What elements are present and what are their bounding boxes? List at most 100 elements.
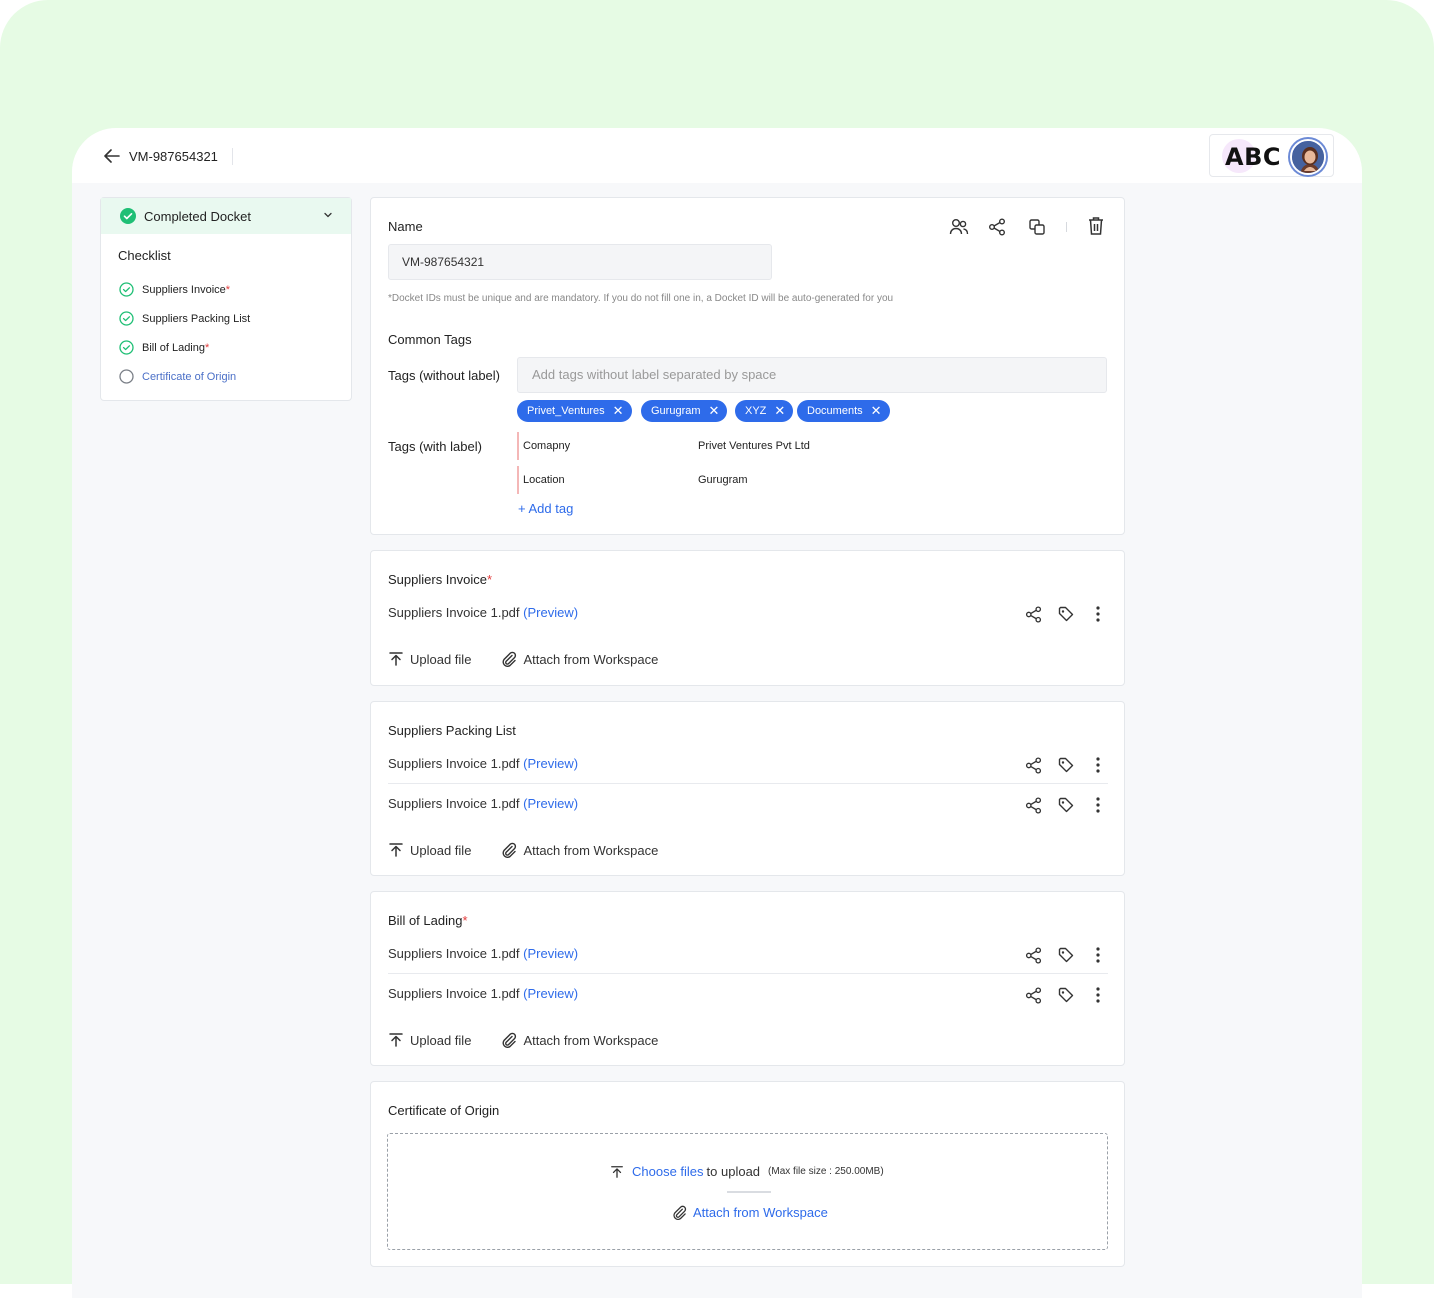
brand-account-box[interactable]: ABC xyxy=(1209,134,1334,177)
check-circle-icon xyxy=(119,311,134,326)
top-bar: VM-987654321 ABC xyxy=(72,128,1362,183)
section-title: Certificate of Origin xyxy=(388,1103,500,1118)
required-marker: * xyxy=(205,341,210,354)
label-tag-key[interactable]: Comapny xyxy=(523,440,570,452)
tag-icon[interactable] xyxy=(1056,755,1076,775)
section-title: Bill of Lading xyxy=(388,913,463,928)
brand-logo: ABC xyxy=(1225,143,1281,171)
docket-name-input[interactable]: VM-987654321 xyxy=(388,244,772,280)
file-name: Suppliers Invoice 1.pdf xyxy=(388,946,520,961)
close-icon[interactable]: ✕ xyxy=(709,403,720,419)
checklist-item-label: Suppliers Invoice xyxy=(142,283,226,296)
required-marker: * xyxy=(462,913,468,928)
label-tag-marker xyxy=(517,466,519,494)
share-icon[interactable] xyxy=(1023,985,1043,1005)
empty-circle-icon xyxy=(119,369,134,384)
upload-file-button[interactable]: Upload file xyxy=(388,651,471,667)
file-row: Suppliers Invoice 1.pdf (Preview) xyxy=(388,746,1108,784)
tag-icon[interactable] xyxy=(1056,604,1076,624)
label-tag-marker xyxy=(517,432,519,460)
trash-icon[interactable] xyxy=(1085,215,1107,237)
attach-workspace-button[interactable]: Attach from Workspace xyxy=(501,651,658,667)
attach-workspace-button[interactable]: Attach from Workspace xyxy=(672,1205,828,1220)
preview-link[interactable]: (Preview) xyxy=(523,796,578,811)
required-marker: * xyxy=(487,572,493,587)
upload-icon xyxy=(611,1165,623,1178)
name-label: Name xyxy=(388,219,423,234)
label-tag-value[interactable]: Gurugram xyxy=(698,474,748,486)
file-name: Suppliers Invoice 1.pdf xyxy=(388,756,520,771)
tag-chip-label: XYZ xyxy=(745,405,767,417)
app-window: VM-987654321 ABC Completed Docket Checkl… xyxy=(72,128,1362,1298)
upload-actions: Upload file Attach from Workspace xyxy=(388,1032,688,1048)
paperclip-icon xyxy=(502,842,517,858)
label-tag-key[interactable]: Location xyxy=(523,474,565,486)
checklist-title: Checklist xyxy=(118,248,171,263)
preview-link[interactable]: (Preview) xyxy=(523,756,578,771)
avatar[interactable] xyxy=(1290,139,1326,175)
checklist-item-bill-of-lading[interactable]: Bill of Lading* xyxy=(101,333,351,362)
attach-workspace-button[interactable]: Attach from Workspace xyxy=(501,842,658,858)
checklist-item-packing-list[interactable]: Suppliers Packing List xyxy=(101,304,351,333)
share-icon[interactable] xyxy=(1023,755,1043,775)
attach-workspace-button[interactable]: Attach from Workspace xyxy=(501,1032,658,1048)
file-name: Suppliers Invoice 1.pdf xyxy=(388,796,520,811)
file-name: Suppliers Invoice 1.pdf xyxy=(388,605,520,620)
share-icon[interactable] xyxy=(1023,945,1043,965)
duplicate-icon[interactable] xyxy=(1026,216,1048,238)
add-tag-link[interactable]: + Add tag xyxy=(518,501,573,516)
tag-chip-label: Privet_Ventures xyxy=(527,405,605,417)
tag-chip-label: Documents xyxy=(807,405,863,417)
checklist-item-label: Suppliers Packing List xyxy=(142,312,251,325)
label-tag-value[interactable]: Privet Ventures Pvt Ltd xyxy=(698,440,810,452)
common-tags-label: Common Tags xyxy=(388,332,472,347)
more-vertical-icon[interactable] xyxy=(1088,795,1108,815)
docket-status-dropdown[interactable]: Completed Docket xyxy=(101,198,351,234)
paperclip-icon xyxy=(673,1205,687,1220)
preview-link[interactable]: (Preview) xyxy=(523,605,578,620)
more-vertical-icon[interactable] xyxy=(1088,604,1108,624)
file-row: Suppliers Invoice 1.pdf (Preview) xyxy=(388,595,1108,633)
dropzone-divider xyxy=(727,1191,771,1193)
more-vertical-icon[interactable] xyxy=(1088,755,1108,775)
back-arrow-icon[interactable] xyxy=(102,146,122,166)
attach-workspace-label: Attach from Workspace xyxy=(693,1205,828,1220)
close-icon[interactable]: ✕ xyxy=(774,403,785,419)
tag-icon[interactable] xyxy=(1056,945,1076,965)
close-icon[interactable]: ✕ xyxy=(871,403,882,419)
tag-icon[interactable] xyxy=(1056,795,1076,815)
packing-list-card: Suppliers Packing List Suppliers Invoice… xyxy=(370,701,1125,876)
attach-workspace-label: Attach from Workspace xyxy=(523,842,659,858)
file-dropzone[interactable]: Choose files to upload (Max file size : … xyxy=(387,1133,1108,1250)
more-vertical-icon[interactable] xyxy=(1088,985,1108,1005)
tags-without-label-label: Tags (without label) xyxy=(388,368,500,383)
checklist-item-certificate-of-origin[interactable]: Certificate of Origin xyxy=(101,362,351,391)
checklist-item-label: Bill of Lading xyxy=(142,341,205,354)
tag-icon[interactable] xyxy=(1056,985,1076,1005)
preview-link[interactable]: (Preview) xyxy=(523,986,578,1001)
upload-file-button[interactable]: Upload file xyxy=(388,842,471,858)
people-icon[interactable] xyxy=(948,216,970,238)
preview-link[interactable]: (Preview) xyxy=(523,946,578,961)
checklist-item-suppliers-invoice[interactable]: Suppliers Invoice* xyxy=(101,275,351,304)
tags-with-label-label: Tags (with label) xyxy=(388,439,482,454)
tag-chip[interactable]: XYZ ✕ xyxy=(735,400,794,422)
share-icon[interactable] xyxy=(1023,795,1043,815)
check-circle-icon xyxy=(119,340,134,355)
close-icon[interactable]: ✕ xyxy=(613,403,624,419)
more-vertical-icon[interactable] xyxy=(1088,945,1108,965)
share-icon[interactable] xyxy=(986,216,1008,238)
upload-actions: Upload file Attach from Workspace xyxy=(388,842,688,858)
tags-input[interactable]: Add tags without label separated by spac… xyxy=(517,357,1107,393)
choose-files-link[interactable]: Choose files xyxy=(632,1164,704,1179)
tag-chip[interactable]: Documents ✕ xyxy=(797,400,890,422)
tag-chip[interactable]: Gurugram ✕ xyxy=(641,400,728,422)
upload-file-button[interactable]: Upload file xyxy=(388,1032,471,1048)
suppliers-invoice-card: Suppliers Invoice* Suppliers Invoice 1.p… xyxy=(370,550,1125,686)
file-row: Suppliers Invoice 1.pdf (Preview) xyxy=(388,786,1108,824)
tag-chip[interactable]: Privet_Ventures ✕ xyxy=(517,400,632,422)
to-upload-text: to upload xyxy=(706,1164,761,1179)
section-title: Suppliers Packing List xyxy=(388,723,516,738)
share-icon[interactable] xyxy=(1023,604,1043,624)
checklist: Suppliers Invoice* Suppliers Packing Lis… xyxy=(101,275,351,391)
